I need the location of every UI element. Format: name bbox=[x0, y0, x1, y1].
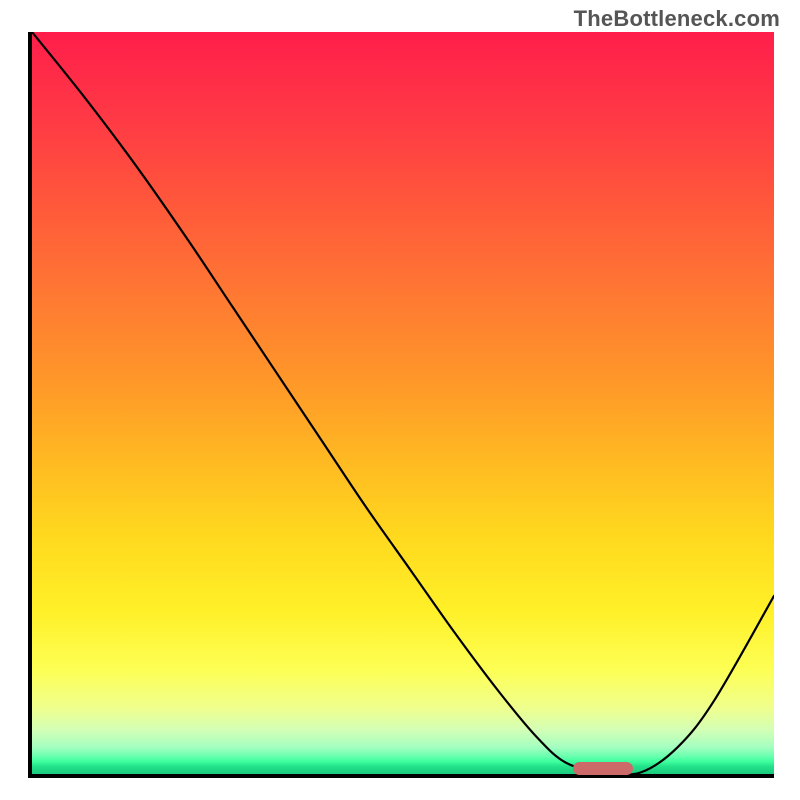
optimal-range-marker bbox=[573, 762, 633, 775]
curve-line bbox=[32, 32, 774, 774]
chart-plot-area bbox=[28, 32, 774, 778]
watermark-text: TheBottleneck.com bbox=[574, 6, 780, 32]
